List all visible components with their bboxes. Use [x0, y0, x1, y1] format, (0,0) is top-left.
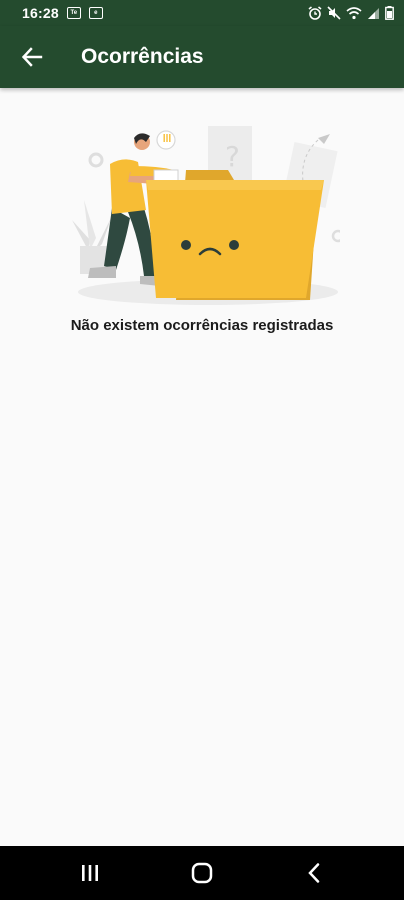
app-bar: Ocorrências [0, 26, 404, 88]
home-button[interactable] [177, 853, 227, 893]
home-icon [191, 862, 213, 884]
alarm-icon [308, 6, 322, 20]
navigation-bar [0, 846, 404, 900]
status-right [308, 6, 394, 20]
sad-folder-illustration: ? [72, 126, 340, 305]
status-bar: 16:28 Te e [0, 0, 404, 26]
notification-icon-2-label: e [94, 10, 98, 16]
notification-icon-2: e [88, 7, 103, 19]
recents-button[interactable] [65, 853, 115, 893]
mute-icon [327, 6, 341, 20]
notification-icon: Te [66, 7, 81, 19]
status-time: 16:28 [22, 5, 59, 21]
wifi-icon [346, 7, 362, 20]
back-button[interactable] [8, 33, 56, 81]
arrow-left-icon [21, 47, 43, 67]
back-icon [308, 863, 320, 883]
notification-icon-label: Te [70, 10, 78, 16]
page-title: Ocorrências [81, 45, 204, 68]
battery-icon [385, 6, 394, 20]
svg-text:?: ? [225, 140, 240, 173]
empty-state-message: Não existem ocorrências registradas [70, 317, 334, 334]
signal-icon [368, 7, 379, 19]
back-nav-button[interactable] [289, 853, 339, 893]
screen: 16:28 Te e Ocorrências ? Não existem oco… [0, 0, 404, 900]
status-left: 16:28 Te e [22, 5, 103, 21]
recents-icon [82, 865, 98, 881]
